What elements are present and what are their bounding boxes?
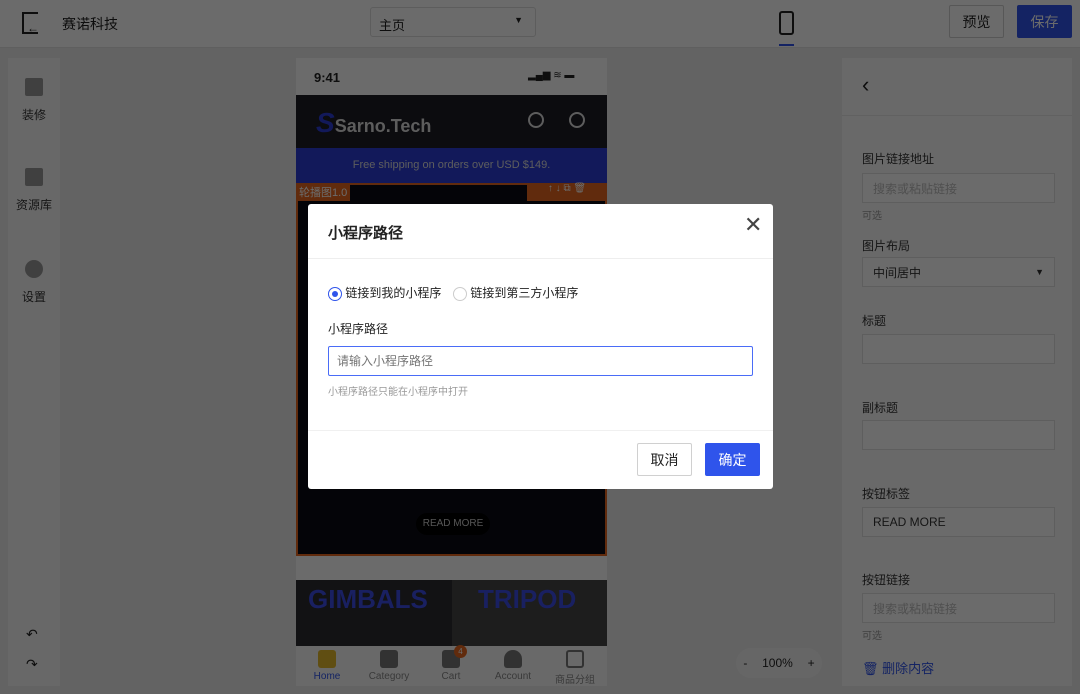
mobile-device-icon[interactable] (779, 11, 794, 35)
button-label-input[interactable]: READ MORE (862, 507, 1055, 537)
tile-tripod[interactable]: TRIPOD (452, 580, 607, 646)
zoom-control: - 100% + (736, 648, 822, 678)
layout-icon (25, 168, 43, 186)
cart-badge: 4 (454, 645, 467, 658)
sidebar-item-settings[interactable]: 设置 (8, 260, 60, 305)
category-icon (380, 650, 398, 668)
img-link-label: 图片链接地址 (862, 152, 935, 166)
path-help-text: 小程序路径只能在小程序中打开 (328, 387, 468, 398)
title-label: 标题 (862, 314, 887, 328)
layout-select[interactable]: 中间居中 ▼ (862, 257, 1055, 287)
radio-third-party-mini-program[interactable]: 链接到第三方小程序 (453, 284, 578, 301)
radio-my-mini-program[interactable]: 链接到我的小程序 (328, 284, 441, 301)
dialog-header-divider (308, 258, 773, 259)
button-label-label: 按钮标签 (862, 487, 911, 501)
search-icon[interactable] (528, 112, 544, 128)
layout-label: 图片布局 (862, 239, 911, 253)
sidebar-item-label: 设置 (21, 290, 46, 304)
preview-button[interactable]: 预览 (949, 5, 1004, 38)
img-link-hint: 可选 (862, 211, 882, 222)
path-field-label: 小程序路径 (328, 322, 389, 336)
dialog-footer-divider (308, 430, 773, 431)
exit-icon[interactable]: ← (22, 12, 39, 35)
confirm-button[interactable]: 确定 (705, 443, 760, 476)
button-link-hint: 可选 (862, 631, 882, 642)
trash-icon: 🗑 (862, 661, 883, 676)
page-select[interactable]: 主页 ▼ (370, 7, 536, 37)
account-icon (504, 650, 522, 668)
tile-gimbals[interactable]: GIMBALS (296, 580, 452, 646)
page-select-value: 主页 (379, 18, 406, 33)
caret-down-icon: ▼ (1035, 267, 1044, 277)
tab-cart[interactable]: Cart 4 (420, 645, 482, 682)
radio-checked-icon (328, 286, 342, 301)
bookmark-icon (566, 650, 584, 668)
undo-icon[interactable]: ↶ (26, 626, 38, 643)
mini-program-path-dialog: 小程序路径 ✕ 链接到我的小程序 链接到第三方小程序 小程序路径 小程序路径只能… (308, 204, 773, 489)
sidebar-item-decorate[interactable]: 装修 (8, 78, 60, 123)
zoom-out-button[interactable]: - (743, 656, 747, 670)
shipping-banner: Free shipping on orders over USD $149. (296, 148, 607, 183)
button-link-label: 按钮链接 (862, 573, 911, 587)
brush-icon (25, 78, 43, 96)
settings-panel: ‹ 图片链接地址 搜索或粘贴链接 可选 图片布局 中间居中 ▼ 标题 副标题 按钮… (842, 58, 1072, 686)
dialog-title: 小程序路径 (328, 225, 404, 242)
cancel-button[interactable]: 取消 (637, 443, 692, 476)
tab-category[interactable]: Category (358, 646, 420, 682)
button-link-input[interactable]: 搜索或粘贴链接 (862, 593, 1055, 623)
title-input[interactable] (862, 334, 1055, 364)
tab-bar: Home Category Cart 4 Account 商品分组 (296, 645, 607, 686)
component-toolbar[interactable]: ↑ ↓ ⧉ 🗑 (527, 183, 607, 201)
save-button[interactable]: 保存 (1017, 5, 1072, 38)
subtitle-input[interactable] (862, 420, 1055, 450)
sidebar-item-label: 资源库 (15, 198, 52, 212)
read-more-button[interactable]: READ MORE (416, 513, 490, 535)
component-label: 轮播图1.0 (296, 183, 351, 201)
subtitle-label: 副标题 (862, 401, 899, 415)
home-pikachu-icon (318, 650, 336, 668)
redo-icon[interactable]: ↷ (26, 656, 38, 673)
delete-content-button[interactable]: 🗑 删除内容 (862, 658, 934, 677)
tab-home[interactable]: Home (296, 646, 358, 682)
status-time: 9:41 (314, 70, 341, 85)
img-link-input[interactable]: 搜索或粘贴链接 (862, 173, 1055, 203)
store-header: SSarno.Tech (296, 95, 607, 148)
brand-name: 赛诺科技 (62, 16, 118, 32)
close-icon[interactable]: ✕ (744, 212, 762, 238)
zoom-in-button[interactable]: + (808, 656, 815, 670)
top-bar: ← 赛诺科技 主页 ▼ 预览 保存 (0, 0, 1080, 48)
gear-icon[interactable] (569, 112, 585, 128)
device-active-underline (779, 44, 794, 46)
sidebar-item-resources[interactable]: 资源库 (8, 168, 60, 213)
left-sidebar: 装修 资源库 设置 ↶ ↷ (8, 58, 60, 686)
gear-icon (25, 260, 43, 278)
status-icons: ▂▄▆ ≋ ▬ (528, 70, 575, 81)
sidebar-item-label: 装修 (21, 108, 46, 122)
zoom-value: 100% (762, 656, 793, 670)
caret-down-icon: ▼ (514, 15, 523, 25)
back-icon[interactable]: ‹ (862, 72, 869, 98)
radio-unchecked-icon (453, 286, 467, 301)
path-input[interactable] (328, 346, 753, 376)
panel-divider (842, 115, 1072, 116)
tab-account[interactable]: Account (482, 646, 544, 682)
store-logo: SSarno.Tech (316, 107, 432, 138)
tab-product-groups[interactable]: 商品分组 (544, 646, 606, 686)
